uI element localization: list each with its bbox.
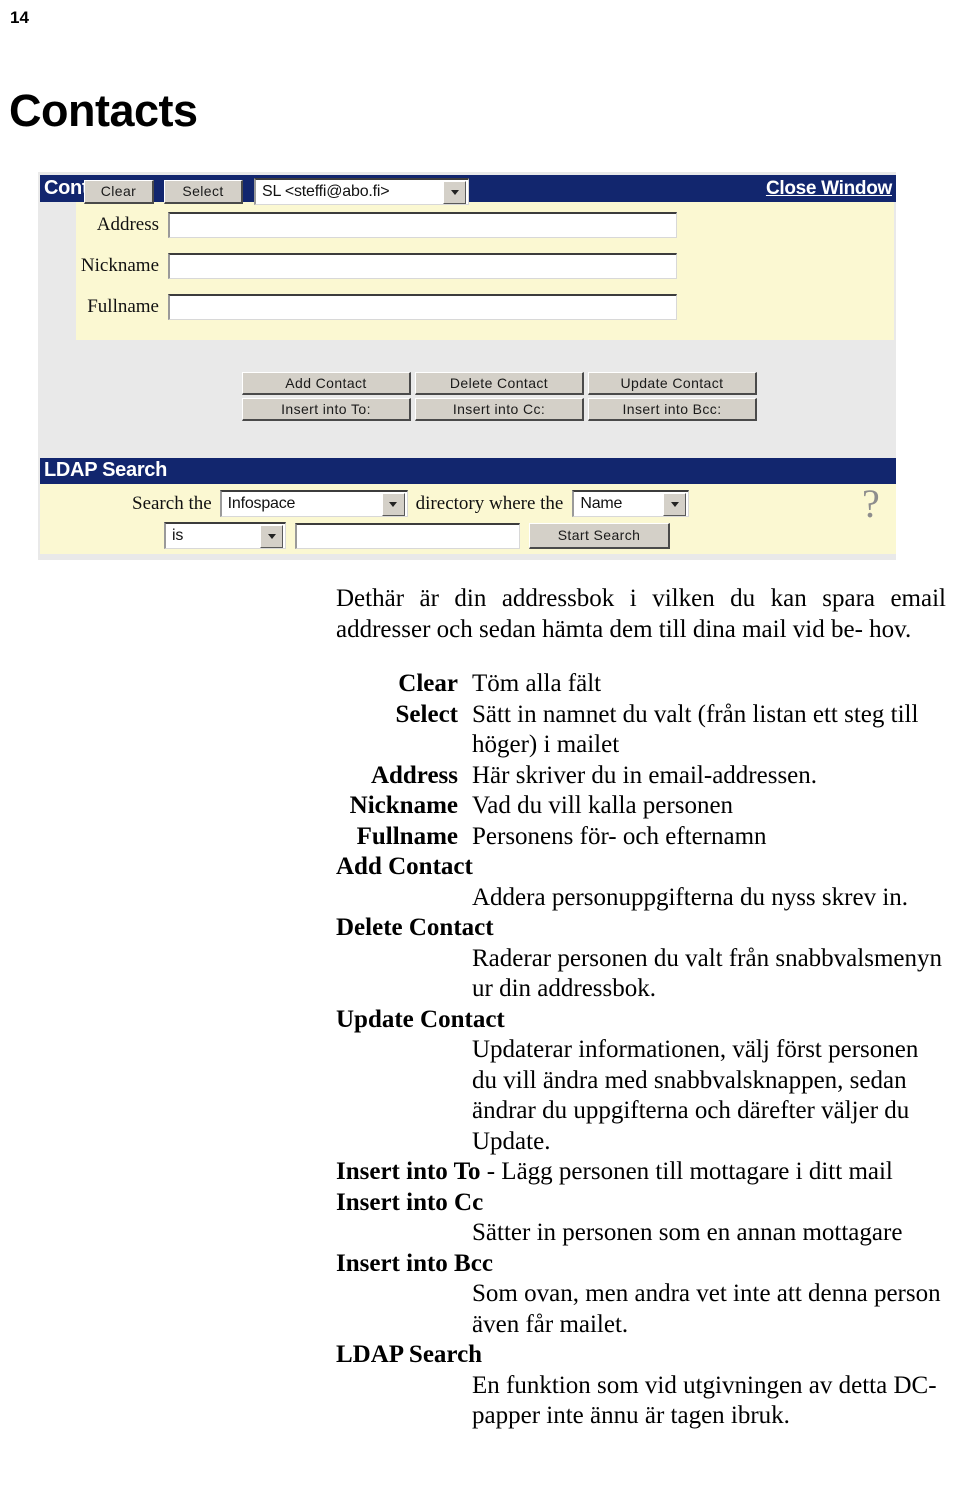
definition-description: Sätter in personen som en annan mottagar… — [472, 1219, 903, 1246]
address-input[interactable] — [168, 212, 677, 238]
definition-item: Nickname Vad du vill kalla personen — [0, 791, 960, 822]
contacts-toolbar-row: Clear Select SL <steffi@abo.fi> — [40, 178, 469, 205]
definition-item: Delete Contact Raderar personen du valt … — [0, 913, 960, 1005]
definition-term: LDAP Search — [336, 1341, 483, 1368]
contacts-screenshot-figure: Contacts Close Window Clear Select SL <s… — [38, 172, 896, 560]
address-label: Address — [96, 214, 159, 235]
insert-into-cc-button[interactable]: Insert into Cc: — [415, 398, 584, 421]
definition-item: Update Contact Updaterar informationen, … — [0, 1005, 960, 1158]
attribute-select-value: Name — [580, 495, 623, 512]
fullname-input[interactable] — [168, 294, 677, 320]
chevron-down-icon[interactable] — [663, 492, 687, 516]
body-copy: Dethär är din addressbok i vilken du kan… — [0, 584, 960, 1432]
directory-where-label: directory where the — [415, 492, 564, 514]
close-window-link[interactable]: Close Window — [766, 178, 892, 200]
nickname-label: Nickname — [80, 255, 159, 276]
nickname-row: Nickname — [40, 253, 677, 279]
definition-item: Insert into Bcc Som ovan, men andra vet … — [0, 1249, 960, 1341]
intro-line-1: Dethär är din addressbok i vilken du kan… — [336, 585, 946, 612]
operator-select[interactable]: is — [164, 522, 286, 549]
update-contact-button[interactable]: Update Contact — [588, 372, 757, 395]
chevron-down-icon[interactable] — [443, 180, 466, 204]
select-button[interactable]: Select — [164, 179, 243, 204]
definition-description: Personens för- och efternamn — [472, 822, 767, 850]
chevron-down-icon[interactable] — [381, 492, 405, 516]
definition-term: Insert into Cc — [336, 1188, 484, 1216]
definition-description: Här skriver du in email-addressen. — [472, 761, 818, 789]
definition-term: Delete Contact — [336, 914, 494, 941]
definition-item: Fullname Personens för- och efternamn — [0, 822, 960, 853]
definition-term: Clear — [398, 670, 458, 697]
chevron-down-icon[interactable] — [260, 524, 283, 548]
definition-item: Clear Töm alla fält — [0, 669, 960, 700]
help-question-icon[interactable]: ? — [862, 480, 880, 527]
definition-term: Insert into Bcc — [336, 1249, 493, 1277]
contacts-action-buttons: Add Contact Delete Contact Update Contac… — [242, 372, 757, 421]
definition-description: Som ovan, men andra vet inte att denna p… — [472, 1280, 941, 1338]
fullname-row: Fullname — [40, 294, 677, 320]
delete-contact-button[interactable]: Delete Contact — [415, 372, 584, 395]
definition-term: Insert into To — [336, 1158, 481, 1185]
definition-term: Update Contact — [336, 1005, 505, 1033]
ldap-search-panel: Search the Infospace directory where the… — [40, 481, 896, 554]
action-row-primary: Add Contact Delete Contact Update Contac… — [242, 372, 757, 395]
clear-button[interactable]: Clear — [84, 179, 154, 204]
attribute-select[interactable]: Name — [572, 490, 690, 517]
definition-description: Sätt in namnet du valt (från listan ett … — [472, 700, 919, 759]
ldap-row-directory: Search the Infospace directory where the… — [132, 490, 690, 517]
ldap-title-bar: LDAP Search — [40, 458, 896, 484]
definition-description: Vad du vill kalla personen — [472, 792, 734, 819]
definition-item: Insert into To - Lägg personen till mott… — [0, 1157, 960, 1188]
definition-item: Select Sätt in namnet du valt (från list… — [0, 700, 960, 761]
action-row-insert: Insert into To: Insert into Cc: Insert i… — [242, 398, 757, 421]
definition-item: Add Contact Addera personuppgifterna du … — [0, 852, 960, 913]
definition-term: Address — [370, 761, 458, 789]
ldap-row-query: is Start Search — [164, 522, 670, 549]
page-title: Contacts — [9, 85, 198, 137]
directory-select-value: Infospace — [227, 495, 296, 512]
ldap-query-input[interactable] — [295, 522, 520, 549]
definition-term: Add Contact — [336, 853, 473, 880]
nickname-input[interactable] — [168, 253, 677, 279]
search-the-label: Search the — [132, 492, 212, 514]
fullname-label: Fullname — [87, 296, 159, 317]
definition-item: Address Här skriver du in email-addresse… — [0, 761, 960, 792]
definition-item: LDAP Search En funktion som vid utgivnin… — [0, 1340, 960, 1432]
contact-select[interactable]: SL <steffi@abo.fi> — [254, 178, 469, 205]
definition-term: Fullname — [356, 822, 458, 850]
definition-description: En funktion som vid utgivningen av detta… — [472, 1371, 937, 1430]
definition-term: Select — [395, 700, 458, 728]
address-row: Address — [40, 212, 677, 238]
intro-line-3: hov. — [869, 615, 912, 643]
intro-line-2: addresser och sedan hämta dem till dina … — [336, 615, 863, 643]
insert-into-bcc-button[interactable]: Insert into Bcc: — [588, 398, 757, 421]
add-contact-button[interactable]: Add Contact — [242, 372, 411, 395]
operator-select-value: is — [172, 527, 184, 544]
definition-description: Raderar personen du valt från snabbvalsm… — [472, 944, 942, 1003]
definition-description: - Lägg personen till mottagare i ditt ma… — [480, 1158, 893, 1185]
definition-description: Töm alla fält — [472, 670, 602, 697]
start-search-button[interactable]: Start Search — [529, 522, 670, 549]
definition-term: Nickname — [349, 792, 458, 819]
contact-select-value: SL <steffi@abo.fi> — [262, 183, 390, 200]
directory-select[interactable]: Infospace — [219, 490, 408, 517]
intro-paragraph: Dethär är din addressbok i vilken du kan… — [0, 584, 960, 645]
definition-description: Addera personuppgifterna du nyss skrev i… — [472, 883, 909, 911]
definition-list: Clear Töm alla fält Select Sätt in namne… — [0, 669, 960, 1432]
insert-into-to-button[interactable]: Insert into To: — [242, 398, 411, 421]
definition-description: Updaterar informationen, välj först pers… — [472, 1036, 919, 1155]
ldap-bar-title: LDAP Search — [44, 459, 168, 481]
definition-item: Insert into Cc Sätter in personen som en… — [0, 1188, 960, 1249]
page-number: 14 — [10, 8, 29, 27]
